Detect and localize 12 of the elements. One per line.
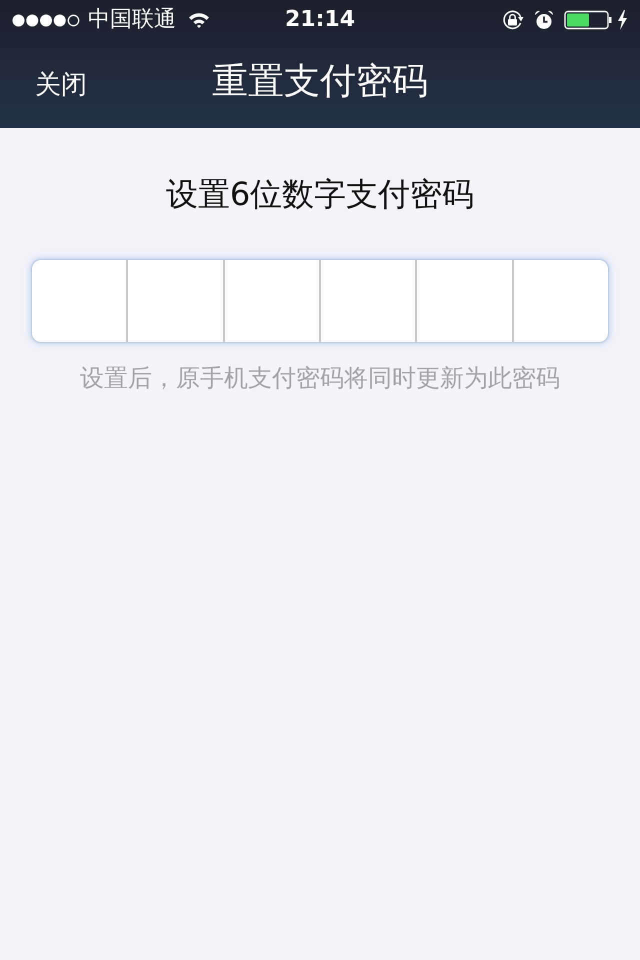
signal-strength-icon [12,14,80,26]
battery-charging-icon [564,9,628,31]
status-time: 21:14 [284,7,356,33]
rotation-lock-icon [502,10,524,30]
wifi-icon [188,12,210,28]
page-title: 重置支付密码 [212,60,428,104]
alarm-clock-icon [534,10,554,30]
pin-input-field[interactable] [32,260,608,342]
close-button[interactable]: 关闭 [33,62,89,106]
hint-text: 设置后，原手机支付密码将同时更新为此密码 [80,363,560,394]
carrier-name: 中国联通 [88,7,176,33]
pin-prompt: 设置6位数字支付密码 [166,174,474,215]
